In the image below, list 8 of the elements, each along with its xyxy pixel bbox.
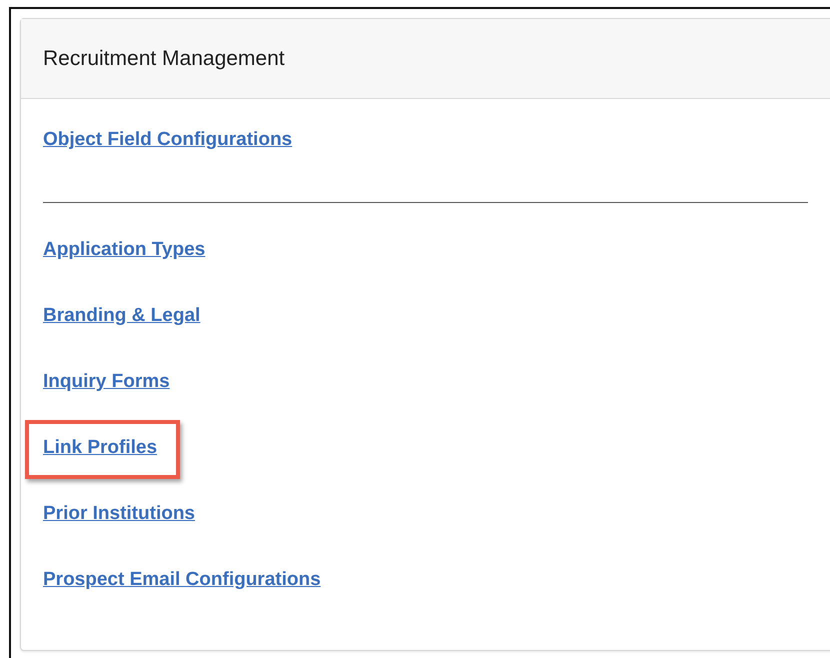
settings-link[interactable]: Inquiry Forms [43, 371, 170, 392]
settings-link[interactable]: Application Types [43, 239, 206, 260]
settings-link[interactable]: Object Field Configurations [43, 129, 292, 150]
panel-title: Recruitment Management [43, 46, 285, 70]
settings-link[interactable]: Prior Institutions [43, 503, 195, 524]
settings-link[interactable]: Prospect Email Configurations [43, 569, 321, 590]
settings-link[interactable]: Branding & Legal [43, 305, 200, 326]
settings-link[interactable]: Link Profiles [43, 437, 158, 458]
